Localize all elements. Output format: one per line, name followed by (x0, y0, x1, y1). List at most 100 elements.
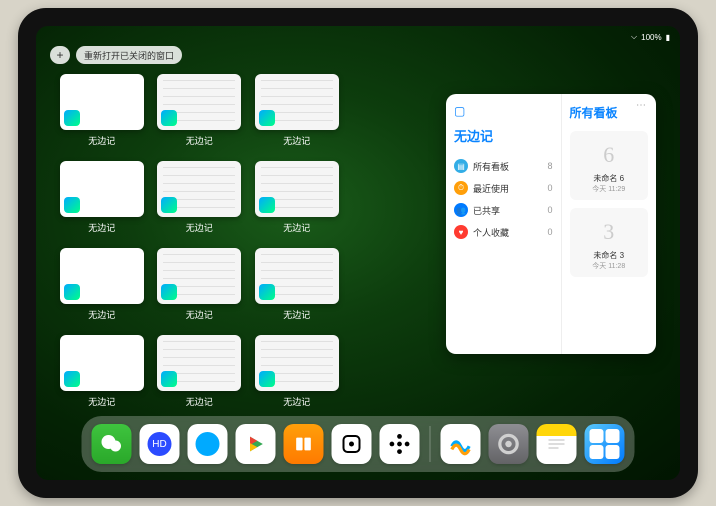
gear-icon (496, 431, 522, 457)
dock-app-freeform[interactable] (441, 424, 481, 464)
thumb-card (255, 74, 339, 130)
thumb-card (157, 161, 241, 217)
thumb-label: 无边记 (88, 221, 115, 234)
freeform-app-icon (64, 371, 80, 387)
wechat-icon (100, 432, 124, 456)
category-list: ▤所有看板8⏱最近使用0👥已共享0♥个人收藏0 (454, 155, 553, 243)
category-icon: ⏱ (454, 181, 468, 195)
category-item[interactable]: ⏱最近使用0 (454, 177, 553, 199)
category-count: 8 (547, 161, 552, 171)
freeform-app-icon (161, 284, 177, 300)
window-thumb[interactable]: 无边记 (58, 335, 146, 408)
dock-app-dice[interactable] (332, 424, 372, 464)
panel-app-icon: ▢ (454, 104, 553, 118)
board-meta: 今天 11:28 (592, 261, 625, 271)
board-card[interactable]: 6未命名 6今天 11:29 (570, 131, 649, 200)
category-count: 0 (547, 205, 552, 215)
thumb-label: 无边记 (88, 308, 115, 321)
freeform-app-icon (161, 197, 177, 213)
dock-app-hex[interactable] (380, 424, 420, 464)
thumb-card (255, 248, 339, 304)
thumb-card (60, 248, 144, 304)
thumb-card (60, 161, 144, 217)
dock-app-notes[interactable] (537, 424, 577, 464)
thumb-label: 无边记 (283, 395, 310, 408)
top-controls: + 重新打开已关闭的窗口 (50, 46, 182, 64)
window-thumb[interactable]: 无边记 (156, 335, 244, 408)
thumb-card (60, 74, 144, 130)
status-bar: ⌵ 100% ▮ (36, 30, 680, 44)
freeform-app-icon (161, 371, 177, 387)
panel-menu-icon[interactable]: ⋯ (636, 100, 646, 111)
window-thumb[interactable]: 无边记 (253, 161, 341, 234)
thumb-label: 无边记 (186, 395, 213, 408)
category-count: 0 (547, 183, 552, 193)
freeform-app-icon (64, 284, 80, 300)
dice-icon (340, 432, 364, 456)
thumb-card (255, 335, 339, 391)
window-thumb[interactable]: 无边记 (253, 248, 341, 321)
reopen-closed-window-button[interactable]: 重新打开已关闭的窗口 (76, 46, 182, 64)
category-item[interactable]: ▤ 所有看板 8 (454, 155, 553, 177)
hex-icon (387, 431, 413, 457)
window-thumb[interactable]: 无边记 (58, 161, 146, 234)
window-thumb[interactable]: 无边记 (156, 161, 244, 234)
dock-separator (430, 426, 431, 462)
battery-label: 100% (641, 33, 661, 42)
thumb-label: 无边记 (283, 221, 310, 234)
window-thumb[interactable]: 无边记 (156, 74, 244, 147)
dock-app-folder[interactable] (585, 424, 625, 464)
thumb-card (60, 335, 144, 391)
ipad-frame: ⌵ 100% ▮ + 重新打开已关闭的窗口 无边记无边记无边记无边记无边记无边记… (18, 8, 698, 498)
dock-app-wechat[interactable] (92, 424, 132, 464)
window-thumb[interactable]: 无边记 (58, 248, 146, 321)
thumb-label: 无边记 (88, 395, 115, 408)
panel-left-title: 无边记 (454, 126, 553, 145)
thumb-label: 无边记 (186, 221, 213, 234)
board-name: 未命名 6 (593, 173, 624, 184)
screen: ⌵ 100% ▮ + 重新打开已关闭的窗口 无边记无边记无边记无边记无边记无边记… (36, 26, 680, 480)
dock-app-browser1[interactable]: HD (140, 424, 180, 464)
window-thumb[interactable]: 无边记 (253, 335, 341, 408)
category-count: 0 (547, 227, 552, 237)
window-thumb[interactable]: 无边记 (156, 248, 244, 321)
category-icon: 👥 (454, 203, 468, 217)
dock-app-settings[interactable] (489, 424, 529, 464)
window-thumb[interactable]: 无边记 (253, 74, 341, 147)
freeform-app-icon (259, 371, 275, 387)
board-sketch: 3 (589, 214, 629, 250)
category-item[interactable]: ♥个人收藏0 (454, 221, 553, 243)
category-label: 已共享 (473, 204, 500, 217)
thumb-label: 无边记 (186, 134, 213, 147)
side-panel: ⋯ ▢ 无边记 ▤所有看板8⏱最近使用0👥已共享0♥个人收藏0 所有看板 6未命… (446, 94, 656, 354)
folder-grid-icon (590, 429, 620, 459)
thumb-card (255, 161, 339, 217)
category-item[interactable]: 👥 已共享 0 (454, 199, 553, 221)
new-window-button[interactable]: + (50, 46, 70, 64)
thumb-label: 无边记 (186, 308, 213, 321)
play-icon (245, 433, 267, 455)
books-icon (293, 433, 315, 455)
thumb-card (157, 74, 241, 130)
category-icon: ▤ (454, 159, 468, 173)
board-sketch: 6 (589, 137, 629, 173)
panel-left: ▢ 无边记 ▤所有看板8⏱最近使用0👥已共享0♥个人收藏0 (446, 94, 562, 354)
board-card[interactable]: 3未命名 3今天 11:28 (570, 208, 649, 277)
dock-app-browser2[interactable] (188, 424, 228, 464)
thumb-card (157, 335, 241, 391)
thumb-label: 无边记 (88, 134, 115, 147)
category-label: 个人收藏 (473, 226, 509, 239)
dock-app-play[interactable] (236, 424, 276, 464)
thumb-label: 无边记 (283, 308, 310, 321)
boards-list: 6未命名 6今天 11:293未命名 3今天 11:28 (570, 131, 649, 277)
panel-right: 所有看板 6未命名 6今天 11:293未命名 3今天 11:28 (562, 94, 657, 354)
freeform-app-icon (259, 110, 275, 126)
freeform-app-icon (64, 197, 80, 213)
freeform-icon (448, 431, 474, 457)
wifi-icon: ⌵ (631, 32, 637, 42)
dock-app-books[interactable] (284, 424, 324, 464)
window-thumb[interactable]: 无边记 (58, 74, 146, 147)
category-label: 所有看板 (473, 160, 509, 173)
notes-icon (547, 437, 567, 451)
freeform-app-icon (259, 284, 275, 300)
